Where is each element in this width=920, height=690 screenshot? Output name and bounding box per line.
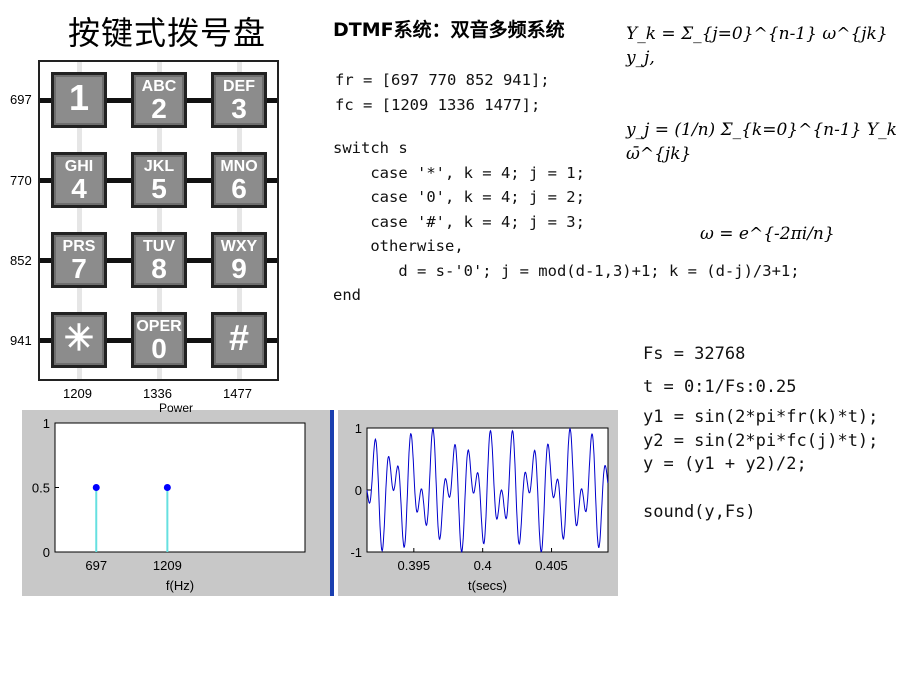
x-tick-label: 1209 <box>153 558 182 573</box>
y-tick-label: 0 <box>355 483 362 498</box>
x-axis-label: t(secs) <box>468 578 507 593</box>
x-axis-label: f(Hz) <box>166 578 194 593</box>
x-tick-label: 0.395 <box>398 558 431 573</box>
x-tick-label: 0.4 <box>474 558 492 573</box>
y-tick-label: 1 <box>43 416 50 431</box>
power-plot-axes <box>54 422 306 553</box>
y-tick-label: 1 <box>355 421 362 436</box>
plots-svg: Power 0 0.5 1 697 1209 f(Hz) -1 0 1 0.395 0.4 0.405 t… <box>32 401 609 593</box>
plot-title: Power <box>159 401 193 415</box>
stem-marker <box>163 484 171 491</box>
x-tick-label: 697 <box>85 558 107 573</box>
y-tick-label: 0.5 <box>32 481 50 496</box>
y-tick-label: -1 <box>350 545 362 560</box>
x-tick-label: 0.405 <box>535 558 568 573</box>
stem-marker <box>92 484 100 491</box>
y-tick-label: 0 <box>43 545 50 560</box>
